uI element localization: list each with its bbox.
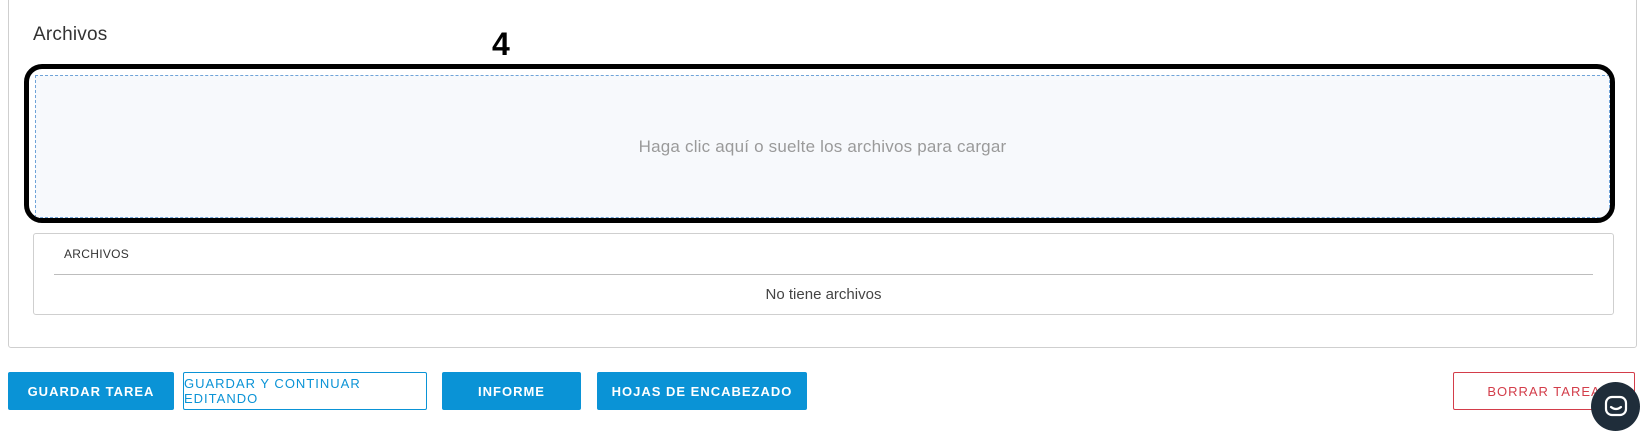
- files-table: ARCHIVOS No tiene archivos: [33, 233, 1614, 315]
- save-task-button[interactable]: GUARDAR TAREA: [8, 372, 174, 410]
- chat-launcher-button[interactable]: [1591, 382, 1640, 431]
- chat-bubble-icon: [1604, 395, 1627, 416]
- header-sheets-button[interactable]: HOJAS DE ENCABEZADO: [597, 372, 807, 410]
- annotation-highlight-frame: Haga clic aquí o suelte los archivos par…: [24, 64, 1615, 223]
- files-table-header: ARCHIVOS: [64, 247, 130, 261]
- save-continue-button[interactable]: GUARDAR Y CONTINUAR EDITANDO: [183, 372, 427, 410]
- dropzone-text: Haga clic aquí o suelte los archivos par…: [638, 136, 1007, 156]
- annotation-marker: 4: [492, 26, 510, 62]
- files-empty-message: No tiene archivos: [765, 286, 882, 303]
- section-title: Archivos: [33, 24, 108, 45]
- file-dropzone[interactable]: Haga clic aquí o suelte los archivos par…: [35, 75, 1610, 218]
- files-table-divider: [54, 274, 1593, 275]
- report-button[interactable]: INFORME: [442, 372, 581, 410]
